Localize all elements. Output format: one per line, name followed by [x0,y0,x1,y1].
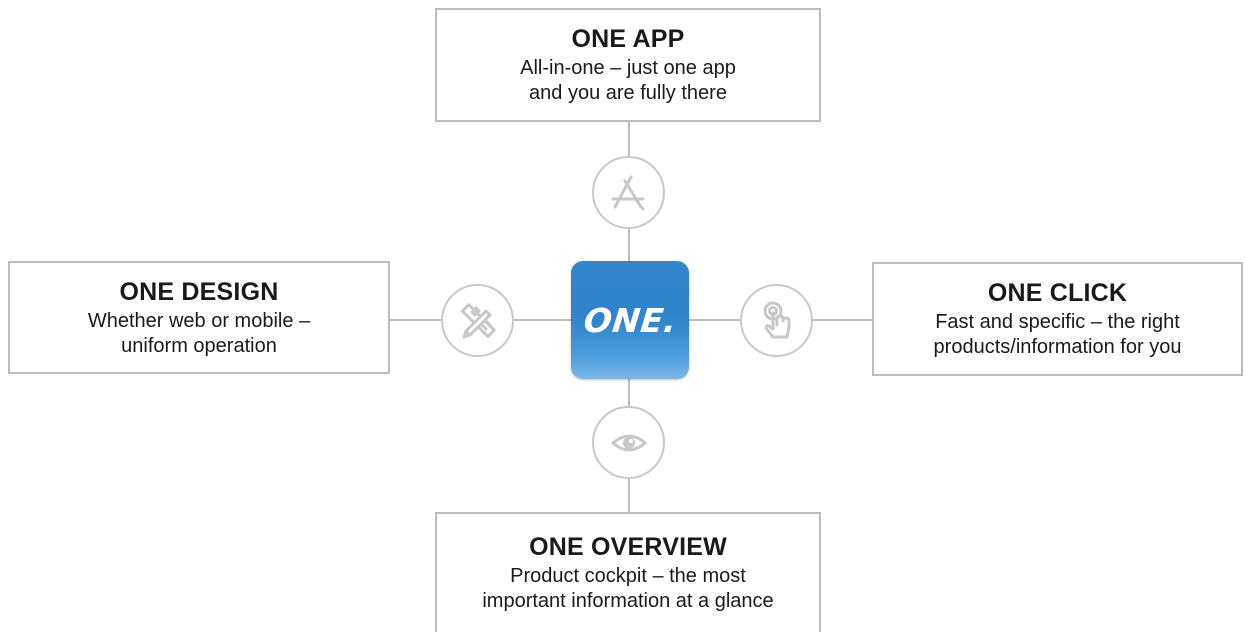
feature-desc-one-design-line2: uniform operation [121,334,277,357]
feature-desc-one-click-line2: products/information for you [933,336,1182,358]
design-tools-icon-circle [441,284,514,357]
feature-title-one-overview: ONE OVERVIEW [529,533,727,561]
design-tools-icon [460,302,496,338]
connector-top-lower [628,229,630,261]
logo-text: ONE. [581,300,679,340]
feature-box-one-overview: ONE OVERVIEW Product cockpit – the most … [435,512,821,632]
feature-box-one-design: ONE DESIGN Whether web or mobile – unifo… [8,261,390,374]
feature-desc-one-app-line1: All-in-one – just one app [520,57,736,79]
feature-desc-one-overview-line2: important information at a glance [482,590,774,612]
connector-top-upper [628,122,630,156]
feature-desc-one-app-line2: and you are fully there [529,82,727,104]
connector-right-inner [689,319,740,321]
feature-title-one-design: ONE DESIGN [119,277,279,306]
connector-right-outer [813,319,872,321]
touch-hand-icon [763,301,790,338]
connector-left-inner [514,319,571,321]
feature-title-one-click: ONE CLICK [987,279,1128,307]
app-store-icon [611,175,644,210]
feature-desc-one-overview-line1: Product cockpit – the most [510,565,746,587]
connector-bottom-lower [628,479,630,512]
one-app-logo: ONE. [571,261,689,379]
feature-desc-one-design-line1: Whether web or mobile – [87,309,311,332]
connector-left-outer [390,319,441,321]
feature-box-one-app: ONE APP All-in-one – just one app and yo… [435,8,821,122]
app-store-icon-circle [592,156,665,229]
eye-icon-circle [592,406,665,479]
eye-icon [610,434,647,451]
touch-hand-icon-circle [740,284,813,357]
feature-desc-one-click-line1: Fast and specific – the right [935,311,1180,333]
connector-bottom-upper [628,379,630,406]
feature-box-one-click: ONE CLICK Fast and specific – the right … [872,262,1243,376]
feature-title-one-app: ONE APP [571,25,685,53]
